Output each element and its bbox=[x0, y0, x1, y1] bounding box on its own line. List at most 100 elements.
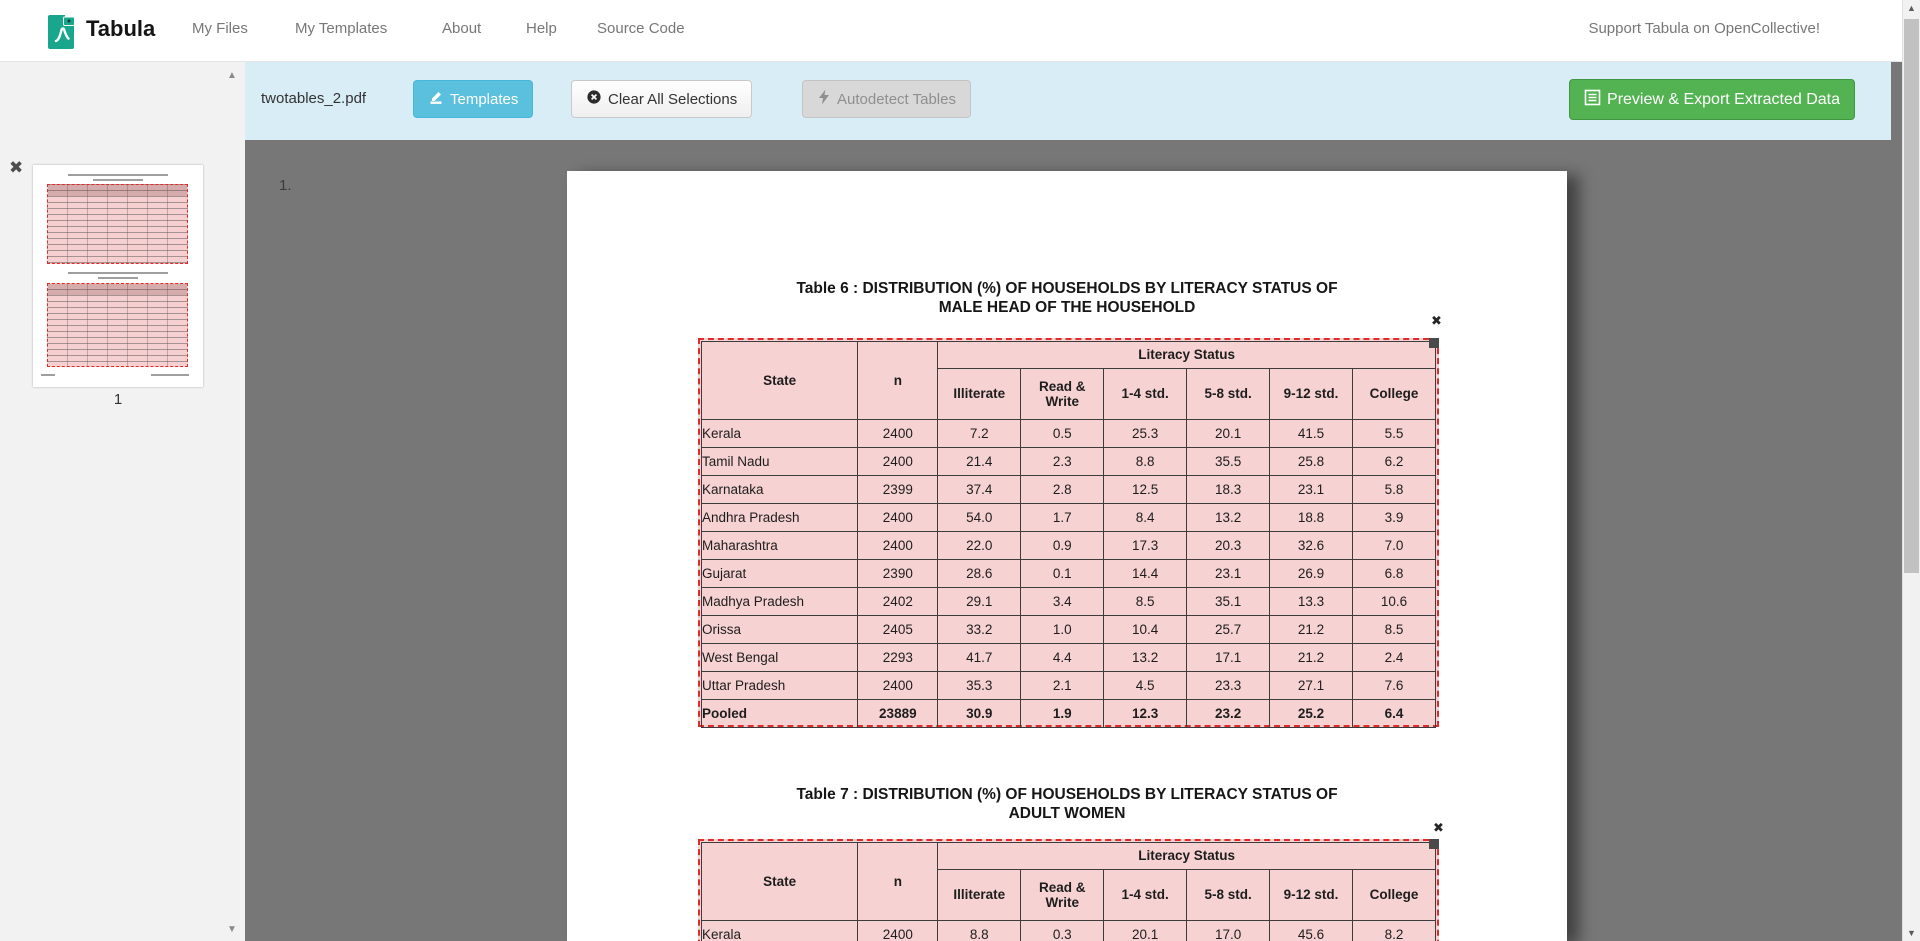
col-header: 1-4 std. bbox=[1104, 870, 1187, 921]
table-cell: 33.2 bbox=[938, 616, 1021, 644]
tabula-logo-icon[interactable] bbox=[46, 12, 77, 55]
preview-export-button[interactable]: Preview & Export Extracted Data bbox=[1569, 79, 1855, 120]
table-cell: 3.4 bbox=[1021, 588, 1104, 616]
selection6-resize-handle[interactable] bbox=[1429, 338, 1439, 348]
selection6-close-icon[interactable]: ✖ bbox=[1431, 313, 1442, 329]
nav-item-my-templates[interactable]: My Templates bbox=[295, 20, 387, 37]
table-cell: 28.6 bbox=[938, 560, 1021, 588]
col-header: College bbox=[1353, 870, 1436, 921]
table-cell: 23.1 bbox=[1187, 560, 1270, 588]
table-cell: 45.6 bbox=[1270, 921, 1353, 941]
table-cell: 23.3 bbox=[1187, 672, 1270, 700]
thumbnail-footer-line bbox=[151, 374, 189, 376]
table-cell: 21.2 bbox=[1270, 616, 1353, 644]
col-header: 9-12 std. bbox=[1270, 870, 1353, 921]
table-cell: 2293 bbox=[858, 644, 938, 672]
table-cell: 12.3 bbox=[1104, 700, 1187, 728]
table7-selection[interactable]: StatenLiteracy StatusIlliterateRead & Wr… bbox=[698, 839, 1439, 941]
table-cell: 5.8 bbox=[1353, 476, 1436, 504]
scrollbar-thumb[interactable] bbox=[1904, 19, 1919, 573]
table-cell: 2400 bbox=[858, 672, 938, 700]
table-cell: 21.2 bbox=[1270, 644, 1353, 672]
templates-button[interactable]: Templates bbox=[413, 80, 533, 118]
nav-item-source-code[interactable]: Source Code bbox=[597, 20, 685, 37]
table-header-row: StatenLiteracy Status bbox=[702, 843, 1436, 870]
table-cell: 41.7 bbox=[938, 644, 1021, 672]
table-row: West Bengal229341.74.413.217.121.22.4 bbox=[702, 644, 1436, 672]
scrollbar-down-icon[interactable]: ▼ bbox=[1903, 928, 1920, 938]
table-cell: 4.4 bbox=[1021, 644, 1104, 672]
page-thumbnail[interactable] bbox=[33, 165, 203, 387]
col-header: 5-8 std. bbox=[1187, 369, 1270, 420]
remove-page-icon[interactable]: ✖ bbox=[9, 158, 23, 178]
table-header-row: StatenLiteracy Status bbox=[702, 342, 1436, 369]
table-cell: 25.7 bbox=[1187, 616, 1270, 644]
table-cell: 6.8 bbox=[1353, 560, 1436, 588]
table-row: Maharashtra240022.00.917.320.332.67.0 bbox=[702, 532, 1436, 560]
table-cell: 1.0 bbox=[1021, 616, 1104, 644]
table-cell: 8.2 bbox=[1353, 921, 1436, 941]
col-header: Illiterate bbox=[938, 870, 1021, 921]
table-cell: 2400 bbox=[858, 921, 938, 941]
table-cell: 8.5 bbox=[1353, 616, 1436, 644]
table-cell: 25.2 bbox=[1270, 700, 1353, 728]
sidebar-scroll-up-icon[interactable]: ▲ bbox=[222, 70, 242, 81]
table-cell: Madhya Pradesh bbox=[702, 588, 858, 616]
nav-item-about[interactable]: About bbox=[442, 20, 481, 37]
table-cell: 12.5 bbox=[1104, 476, 1187, 504]
table-cell: 29.1 bbox=[938, 588, 1021, 616]
table-row: Karnataka239937.42.812.518.323.15.8 bbox=[702, 476, 1436, 504]
col-header: Illiterate bbox=[938, 369, 1021, 420]
table-cell: 32.6 bbox=[1270, 532, 1353, 560]
table-cell: Kerala bbox=[702, 420, 858, 448]
table-row: Uttar Pradesh240035.32.14.523.327.17.6 bbox=[702, 672, 1436, 700]
col-header-n: n bbox=[858, 342, 938, 420]
window-scrollbar[interactable]: ▲ ▼ bbox=[1902, 0, 1920, 941]
scrollbar-up-icon[interactable]: ▲ bbox=[1903, 3, 1920, 13]
table-cell: 2400 bbox=[858, 420, 938, 448]
table-row: Tamil Nadu240021.42.38.835.525.86.2 bbox=[702, 448, 1436, 476]
col-header: Read & Write bbox=[1021, 369, 1104, 420]
table-cell: 23.2 bbox=[1187, 700, 1270, 728]
thumbnail-selection-2[interactable] bbox=[47, 283, 188, 367]
autodetect-tables-button[interactable]: Autodetect Tables bbox=[802, 80, 971, 118]
toolbar: twotables_2.pdf Templates Clear All Sele… bbox=[245, 62, 1891, 140]
table-cell: 37.4 bbox=[938, 476, 1021, 504]
table-cell: Karnataka bbox=[702, 476, 858, 504]
table-cell: 8.8 bbox=[1104, 448, 1187, 476]
nav-item-help[interactable]: Help bbox=[526, 20, 557, 37]
pdf-viewer-area: twotables_2.pdf Templates Clear All Sele… bbox=[245, 62, 1902, 941]
brand-name[interactable]: Tabula bbox=[86, 16, 155, 42]
table-cell: 2.8 bbox=[1021, 476, 1104, 504]
table-cell: 13.2 bbox=[1104, 644, 1187, 672]
clear-button-label: Clear All Selections bbox=[608, 91, 737, 108]
export-table-icon bbox=[1584, 89, 1601, 111]
col-header: College bbox=[1353, 369, 1436, 420]
templates-button-label: Templates bbox=[450, 91, 518, 108]
selection7-close-icon[interactable]: ✖ bbox=[1433, 820, 1444, 836]
table-cell: 2400 bbox=[858, 504, 938, 532]
table-cell: 2400 bbox=[858, 448, 938, 476]
nav-item-my-files[interactable]: My Files bbox=[192, 20, 248, 37]
navbar: Tabula My Files My Templates About Help … bbox=[0, 0, 1920, 62]
sidebar-scroll-down-icon[interactable]: ▼ bbox=[222, 924, 242, 935]
selection7-resize-handle[interactable] bbox=[1429, 839, 1439, 849]
table6-selection[interactable]: StatenLiteracy StatusIlliterateRead & Wr… bbox=[698, 338, 1439, 727]
thumbnail-selection-1[interactable] bbox=[47, 184, 188, 264]
table-cell: 7.2 bbox=[938, 420, 1021, 448]
table-cell: Orissa bbox=[702, 616, 858, 644]
table-cell: 5.5 bbox=[1353, 420, 1436, 448]
table-cell: Pooled bbox=[702, 700, 858, 728]
table-cell: 2399 bbox=[858, 476, 938, 504]
table-row: Orissa240533.21.010.425.721.28.5 bbox=[702, 616, 1436, 644]
col-header: Read & Write bbox=[1021, 870, 1104, 921]
pdf-page[interactable]: Table 6 : DISTRIBUTION (%) OF HOUSEHOLDS… bbox=[567, 171, 1567, 941]
support-link[interactable]: Support Tabula on OpenCollective! bbox=[1588, 20, 1820, 37]
table-cell: 1.7 bbox=[1021, 504, 1104, 532]
table-row: Kerala24008.80.320.117.045.68.2 bbox=[702, 921, 1436, 941]
table-row: Andhra Pradesh240054.01.78.413.218.83.9 bbox=[702, 504, 1436, 532]
table-cell: 17.0 bbox=[1187, 921, 1270, 941]
table-cell: 7.6 bbox=[1353, 672, 1436, 700]
table-cell: 30.9 bbox=[938, 700, 1021, 728]
clear-all-selections-button[interactable]: Clear All Selections bbox=[571, 80, 752, 118]
